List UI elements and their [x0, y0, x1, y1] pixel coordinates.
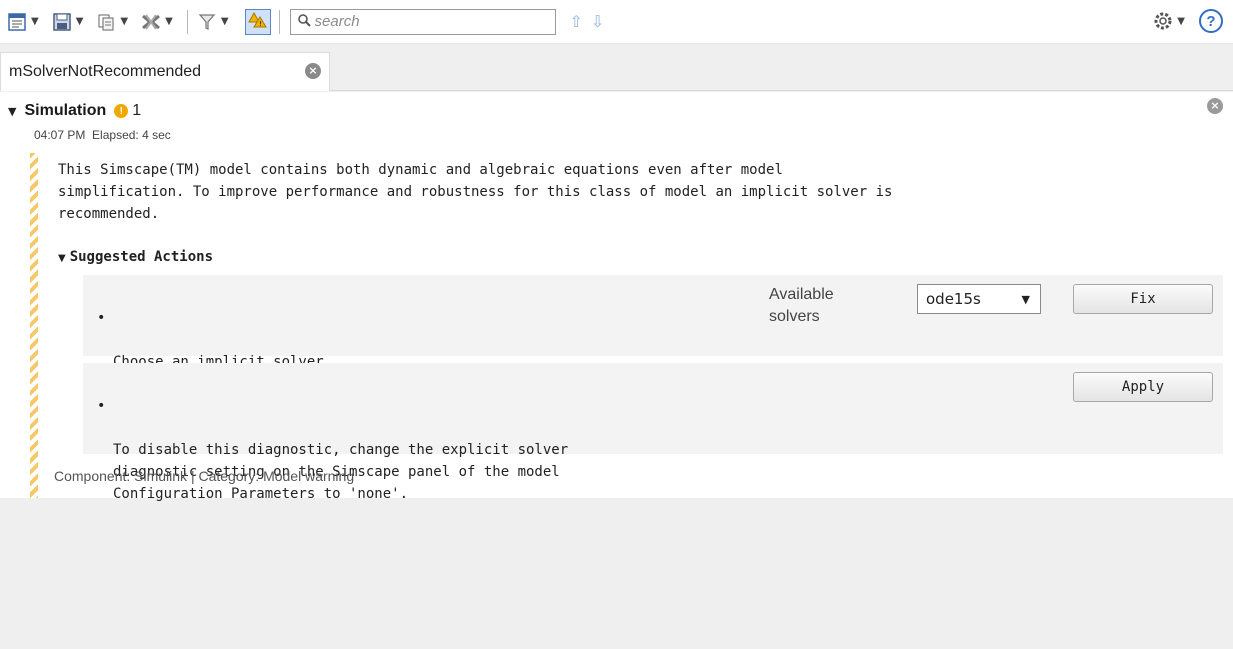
- next-icon[interactable]: ⇩: [591, 12, 604, 31]
- report-menu[interactable]: ▼: [6, 11, 43, 33]
- close-icon[interactable]: ×: [1207, 98, 1223, 114]
- warning-icon: !: [114, 104, 129, 118]
- warning-text: This Simscape(TM) model contains both dy…: [58, 162, 893, 222]
- simulation-time: 04:07 PM Elapsed: 4 sec: [34, 128, 171, 142]
- diagnostic-panel: ▼ Simulation ! 1 04:07 PM Elapsed: 4 sec…: [0, 92, 1233, 502]
- solver-value: ode15s: [926, 290, 981, 308]
- chevron-down-icon[interactable]: ▼: [31, 16, 39, 27]
- action-text: • To disable this diagnostic, change the…: [97, 373, 757, 549]
- toolbar-right: ▼ ?: [1152, 9, 1223, 33]
- diagnostic-toolbar: ▼ ▼ ▼ ▼ ▼ ! ⇧ ⇩: [0, 0, 1233, 44]
- toolbar-divider: [186, 9, 188, 34]
- collapse-icon[interactable]: ▼: [58, 253, 66, 264]
- action-row: • To disable this diagnostic, change the…: [83, 363, 1223, 502]
- search-navigation: ⇧ ⇩: [570, 12, 605, 31]
- previous-icon[interactable]: ⇧: [570, 12, 583, 31]
- warnings-toggle-icon: !: [247, 11, 268, 32]
- chevron-down-icon[interactable]: ▼: [76, 16, 84, 27]
- collapse-icon[interactable]: ▼: [8, 105, 16, 118]
- bullet: •: [97, 398, 106, 414]
- tab-msolvernotrecommended[interactable]: mSolverNotRecommended ×: [0, 52, 330, 91]
- simulation-title: Simulation: [24, 102, 107, 119]
- bullet: •: [97, 310, 106, 326]
- available-solvers-label: Available solvers: [769, 286, 834, 325]
- warning-stripe: [30, 153, 38, 498]
- timestamp: 04:07 PM: [34, 128, 86, 142]
- settings-icon[interactable]: [1152, 10, 1174, 32]
- clear-icon: [140, 11, 162, 33]
- save-icon: [51, 11, 73, 33]
- suggested-actions-header[interactable]: ▼ Suggested Actions: [58, 249, 213, 265]
- copy-icon: [95, 11, 117, 33]
- warning-message: This Simscape(TM) model contains both dy…: [30, 153, 1225, 502]
- tab-label: mSolverNotRecommended: [9, 63, 202, 80]
- apply-button[interactable]: Apply: [1073, 372, 1213, 402]
- simulation-header[interactable]: ▼ Simulation ! 1: [8, 102, 141, 120]
- fix-button[interactable]: Fix: [1073, 284, 1213, 314]
- tab-strip: mSolverNotRecommended ×: [0, 44, 1233, 91]
- component-category: Component: Simulink | Category: Model wa…: [54, 468, 355, 484]
- warning-count-badge: ! 1: [114, 102, 141, 120]
- warning-count: 1: [132, 102, 142, 119]
- chevron-down-icon[interactable]: ▼: [1177, 16, 1185, 27]
- chevron-down-icon[interactable]: ▼: [221, 16, 229, 27]
- toolbar-divider: [278, 9, 280, 34]
- close-icon[interactable]: ×: [305, 63, 321, 79]
- search-icon: [297, 13, 311, 30]
- elapsed-time: Elapsed: 4 sec: [92, 128, 171, 142]
- warnings-toggle-button[interactable]: !: [244, 8, 271, 35]
- action-row: • Choose an implicit solver. Available s…: [83, 275, 1223, 370]
- solver-select[interactable]: ode15s ▼: [917, 284, 1041, 314]
- chevron-down-icon[interactable]: ▼: [120, 16, 128, 27]
- chevron-down-icon[interactable]: ▼: [165, 16, 173, 27]
- filter-menu[interactable]: ▼: [196, 11, 233, 33]
- search-box[interactable]: [289, 8, 556, 35]
- search-input[interactable]: [314, 13, 545, 30]
- copy-menu[interactable]: ▼: [95, 11, 132, 33]
- filter-icon: [196, 11, 218, 33]
- dropdown-arrow-icon: ▼: [1021, 292, 1030, 306]
- suggested-actions-label: Suggested Actions: [69, 249, 213, 265]
- help-icon[interactable]: ?: [1199, 9, 1223, 33]
- report-icon: [6, 11, 28, 33]
- save-menu[interactable]: ▼: [51, 11, 88, 33]
- svg-text:!: !: [259, 20, 262, 28]
- clear-menu[interactable]: ▼: [140, 11, 177, 33]
